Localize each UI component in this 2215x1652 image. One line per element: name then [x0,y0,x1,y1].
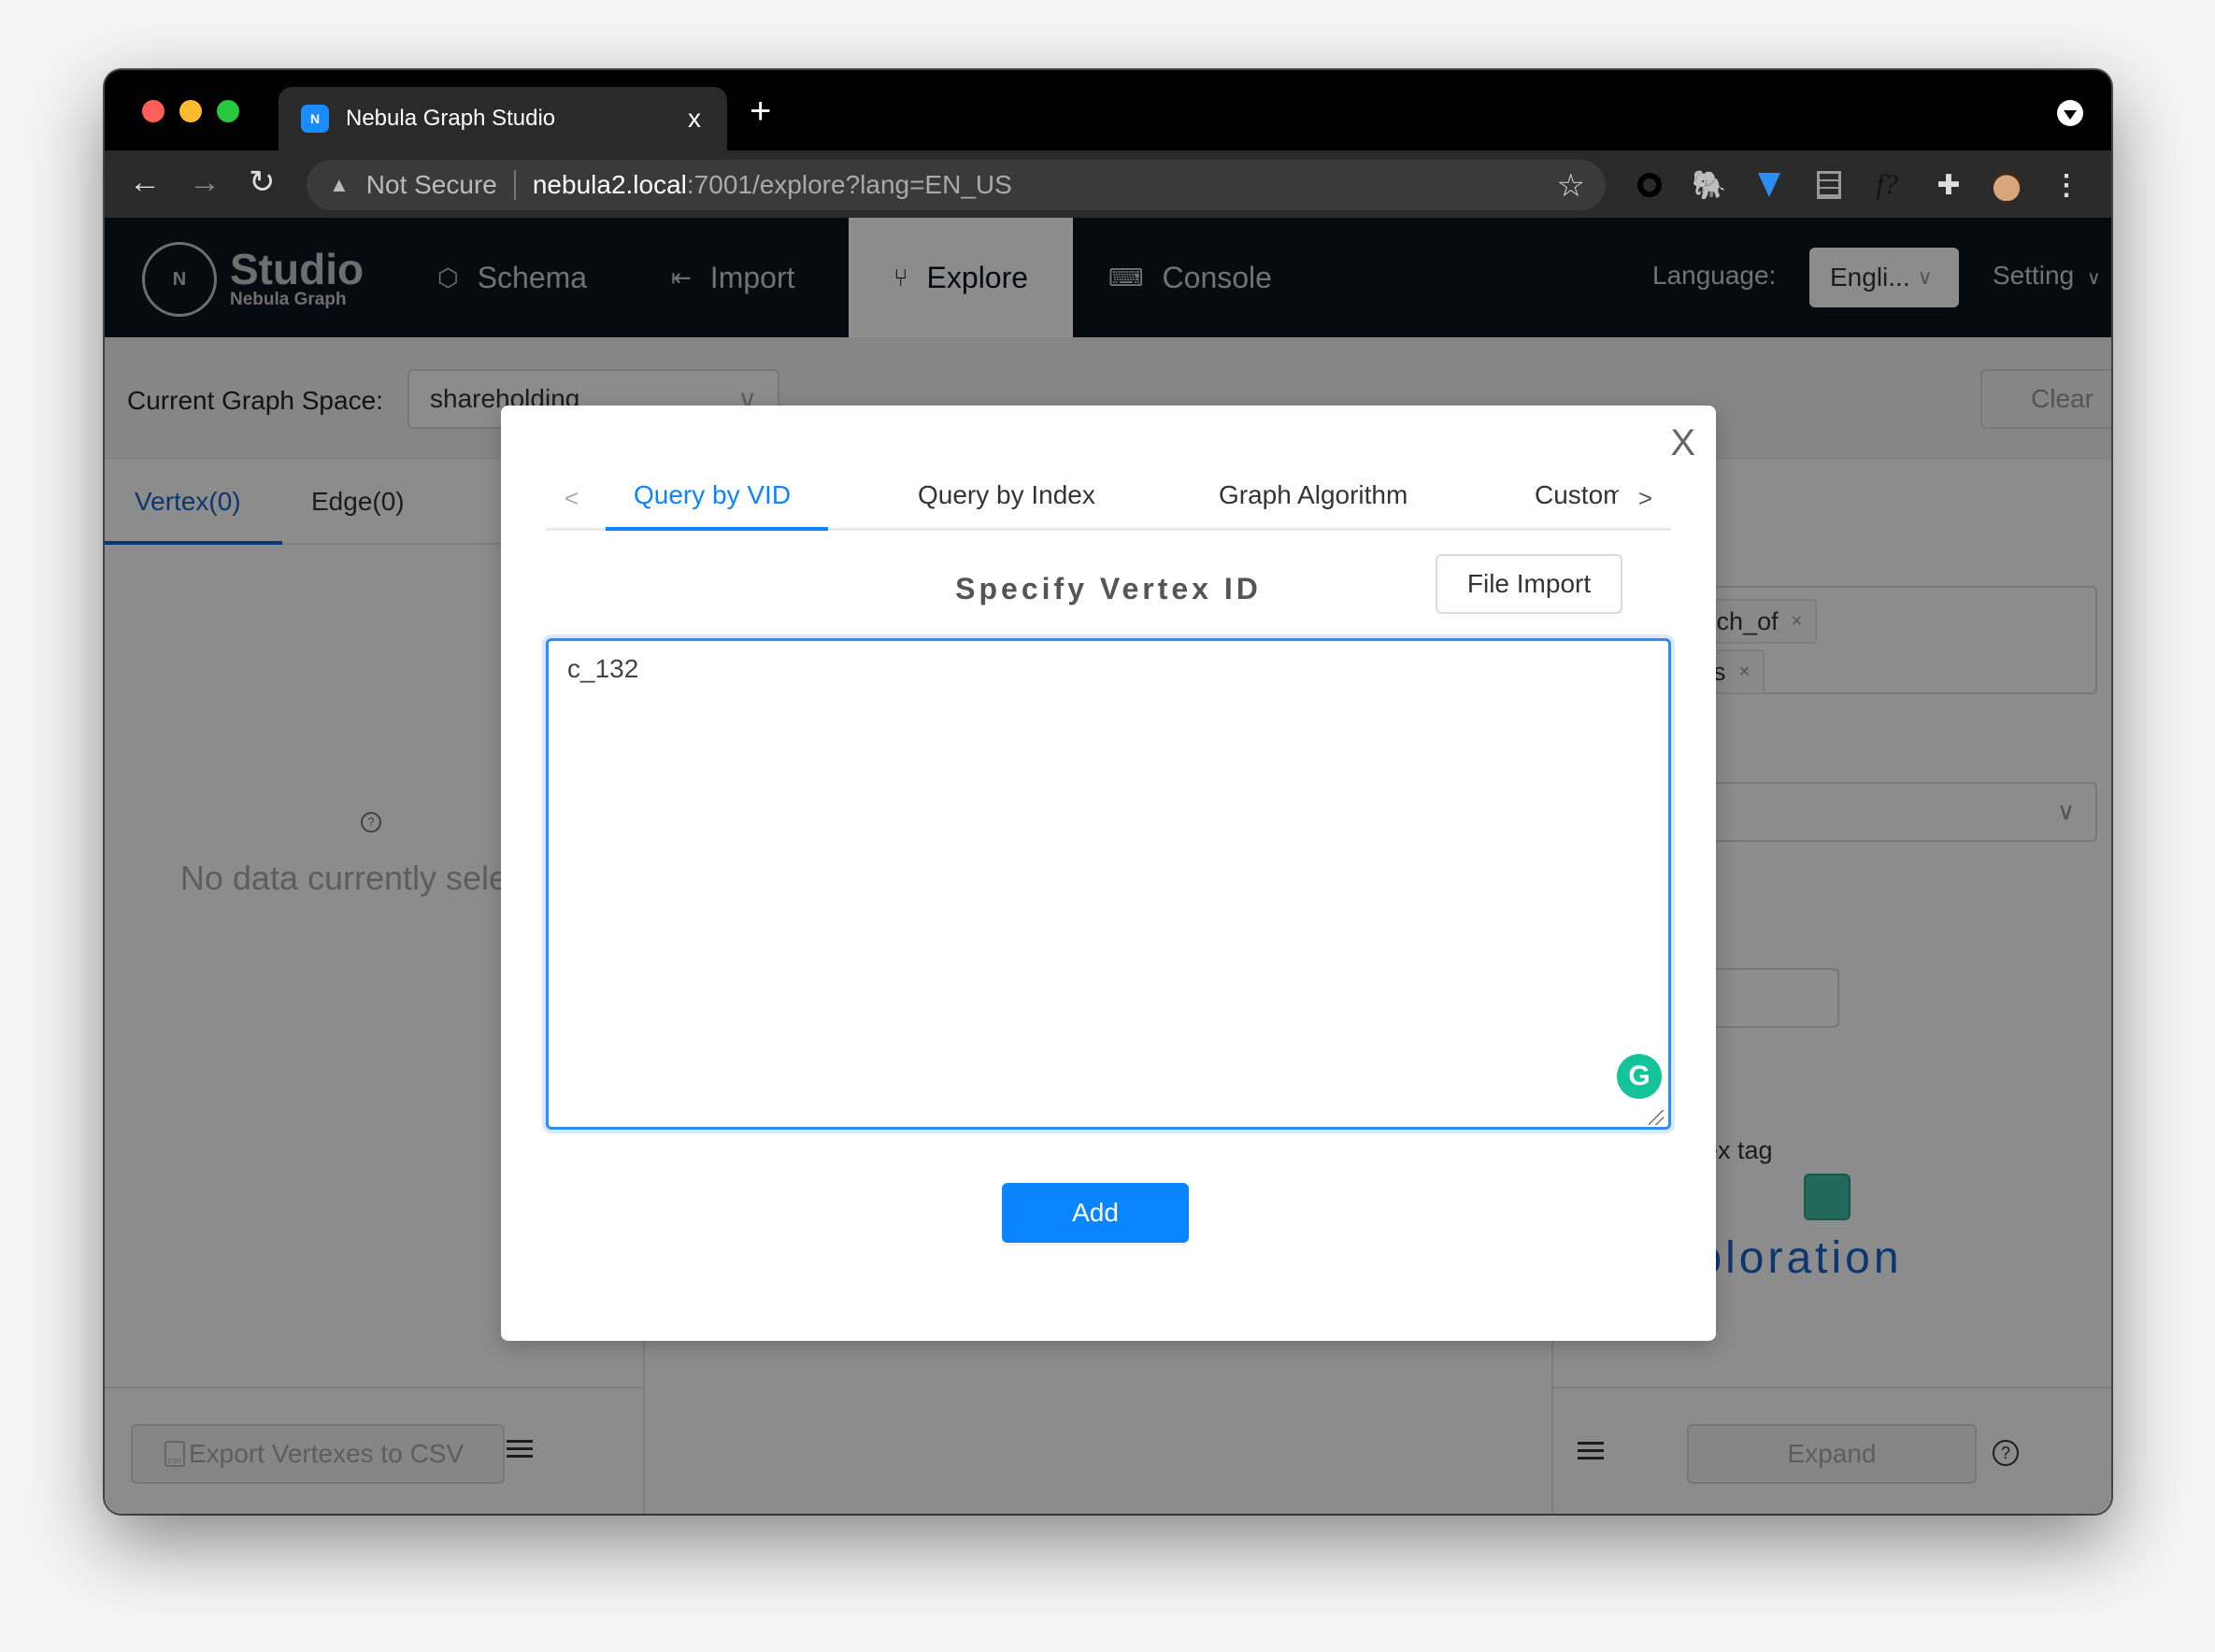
close-window-button[interactable] [142,100,164,122]
browser-window: N Nebula Graph Studio x + ← → ↻ ▲ Not Se… [105,70,2111,1514]
url-path: :7001/explore?lang=EN_US [686,170,1012,199]
back-icon[interactable]: ← [129,165,161,199]
minimize-window-button[interactable] [179,100,202,122]
tab-title: Nebula Graph Studio [346,106,556,131]
forward-icon[interactable]: → [189,165,221,199]
nebula-favicon-icon: N [301,105,329,133]
reader-extension-icon[interactable] [1813,169,1845,201]
bookmark-star-icon[interactable]: ☆ [1557,167,1585,205]
browser-tab[interactable]: N Nebula Graph Studio x [279,87,727,150]
profile-avatar[interactable] [1991,169,2022,201]
tab-close-icon[interactable]: x [688,104,701,134]
file-import-label: File Import [1466,569,1592,598]
extensions-puzzle-icon[interactable]: ✚ [1933,169,1965,201]
reload-icon[interactable]: ↻ [249,165,276,199]
fx-extension-icon[interactable]: f? [1871,169,1903,201]
chevron-left-icon[interactable]: < [564,484,579,513]
new-tab-button[interactable]: + [750,91,771,133]
file-import-button[interactable]: File Import [1436,554,1622,614]
vid-textarea[interactable] [546,638,1671,1130]
tab-query-by-vid[interactable]: Query by VID [634,480,791,510]
studio-app: N Studio Nebula Graph ⬡ Schema ⇤ Import … [105,218,2111,1514]
resize-handle[interactable] [1649,1110,1664,1125]
close-icon[interactable]: X [1670,422,1695,464]
maximize-window-button[interactable] [217,100,239,122]
add-vertex-modal: X < Query by VID Query by Index Graph Al… [501,406,1716,1341]
chevron-right-icon[interactable]: > [1638,484,1652,513]
url-host: nebula2.local [532,170,687,199]
browser-menu-icon[interactable]: ⋮ [2051,169,2082,201]
tab-query-by-index[interactable]: Query by Index [918,480,1095,510]
gem-extension-icon[interactable] [1753,169,1785,201]
evernote-extension-icon[interactable]: 🐘 [1692,169,1726,201]
add-button[interactable]: Add [1002,1183,1189,1243]
tab-search-icon[interactable] [2057,100,2083,126]
query-tabs: < Query by VID Query by Index Graph Algo… [546,473,1671,531]
tab-graph-algorithm[interactable]: Graph Algorithm [1219,480,1408,510]
extension-circle-icon[interactable] [1634,169,1665,201]
security-label[interactable]: Not Secure [366,170,497,200]
warning-icon: ▲ [329,173,350,196]
browser-toolbar: ← → ↻ ▲ Not Secure nebula2.local :7001/e… [105,150,2111,218]
active-tab-indicator [606,527,828,531]
address-bar[interactable]: ▲ Not Secure nebula2.local :7001/explore… [307,160,1606,210]
omnibox-divider [513,170,516,200]
tab-custom[interactable]: Custom [1535,480,1619,510]
title-bar: N Nebula Graph Studio x + [105,70,2111,150]
grammarly-icon[interactable]: G [1617,1054,1662,1099]
